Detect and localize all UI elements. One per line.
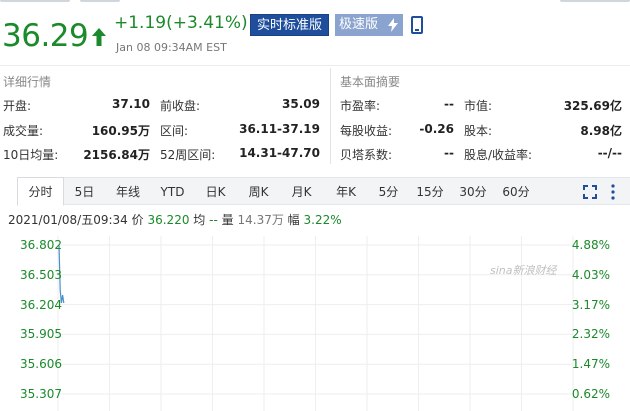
fullscreen-icon[interactable] xyxy=(583,185,597,199)
tab-3[interactable]: YTD xyxy=(151,178,194,206)
y-left-tick: 36.204 xyxy=(20,297,62,312)
price-change: +1.19(+3.41%) xyxy=(114,13,248,33)
realtime-standard-button[interactable]: 实时标准版 xyxy=(250,14,330,36)
chart-period-tabs: 分时 5日 年线 YTD 日K 周K 月K 年K 5分 15分 30分 60分 xyxy=(17,177,630,206)
mobile-phone-icon[interactable] xyxy=(411,16,423,34)
fundamental-value: 8.98亿 xyxy=(580,124,622,138)
tab-10[interactable]: 30分 xyxy=(452,178,494,206)
fundamental-label: 贝塔系数: xyxy=(340,148,393,162)
fundamental-label: 市盈率: xyxy=(340,99,381,113)
tab-8[interactable]: 5分 xyxy=(369,178,408,206)
last-price: 36.29 xyxy=(2,18,89,54)
detail-value: 2156.84万 xyxy=(83,148,150,162)
fundamental-label: 股息/收益率: xyxy=(464,148,533,162)
quote-header: 36.29 +1.19(+3.41%) Jan 08 09:34AM EST 实… xyxy=(0,8,630,58)
fundamental-label: 每股收益: xyxy=(340,124,393,138)
y-right-tick: 3.17% xyxy=(571,297,610,312)
detail-value: 35.09 xyxy=(282,97,320,111)
detail-label: 前收盘: xyxy=(160,99,201,113)
y-left-tick: 35.905 xyxy=(20,327,62,342)
fundamental-label: 市值: xyxy=(464,99,493,113)
detail-value: 37.10 xyxy=(112,97,150,111)
tab-11[interactable]: 60分 xyxy=(494,178,538,206)
status-avg-value: -- xyxy=(209,213,218,227)
y-right-tick: 2.32% xyxy=(571,327,610,342)
fast-version-label: 极速版 xyxy=(339,17,379,32)
y-left-tick: 36.503 xyxy=(20,267,62,282)
y-right-tick: 1.47% xyxy=(571,357,610,372)
quote-time: Jan 08 09:34AM EST xyxy=(116,41,227,54)
sina-watermark: sina新浪财经 xyxy=(490,264,557,277)
detail-value: 36.11-37.19 xyxy=(239,122,320,136)
detail-label: 区间: xyxy=(160,124,189,138)
y-right-tick: 4.03% xyxy=(571,267,610,282)
status-amplitude-label: 幅 xyxy=(287,213,300,227)
y-left-tick: 36.802 xyxy=(20,238,62,252)
tab-2[interactable]: 年线 xyxy=(105,178,151,206)
y-right-tick: 0.62% xyxy=(571,387,610,401)
status-price-label: 价 xyxy=(131,213,144,227)
tab-6[interactable]: 月K xyxy=(280,178,323,206)
fundamental-value: -- xyxy=(444,146,454,160)
fundamentals-section-title: 基本面摘要 xyxy=(340,75,401,89)
lightning-icon xyxy=(388,18,398,32)
tab-0[interactable]: 分时 xyxy=(17,177,64,206)
more-options-icon[interactable] xyxy=(610,183,616,201)
chart-status-line: 2021/01/08/五09:34 价 36.220 均 -- 量 14.37万… xyxy=(8,211,342,228)
section-divider xyxy=(330,68,331,164)
tab-5[interactable]: 周K xyxy=(237,178,280,206)
details-section-title: 详细行情 xyxy=(3,75,52,89)
fast-version-button[interactable]: 极速版 xyxy=(335,14,403,36)
y-right-tick: 4.88% xyxy=(571,238,610,252)
status-price-value: 36.220 xyxy=(147,213,190,227)
fundamental-label: 股本: xyxy=(464,124,493,138)
detail-label: 10日均量: xyxy=(3,148,59,162)
detail-value: 14.31-47.70 xyxy=(239,146,320,160)
tab-4[interactable]: 日K xyxy=(194,178,237,206)
up-arrow-icon xyxy=(92,28,106,46)
status-avg-label: 均 xyxy=(193,213,206,227)
detail-label: 开盘: xyxy=(3,99,32,113)
header-divider xyxy=(0,65,630,66)
fundamental-value: 325.69亿 xyxy=(563,99,622,113)
status-amplitude-value: 3.22% xyxy=(303,213,342,227)
status-datetime: 2021/01/08/五09:34 xyxy=(8,213,128,227)
status-volume-value: 14.37万 xyxy=(237,213,284,227)
y-left-tick: 35.307 xyxy=(20,387,62,401)
detail-label: 成交量: xyxy=(3,124,44,138)
detail-label: 52周区间: xyxy=(160,148,216,162)
tab-1[interactable]: 5日 xyxy=(64,178,105,206)
top-cropped-strip xyxy=(0,0,630,6)
tab-7[interactable]: 年K xyxy=(323,178,369,206)
status-volume-label: 量 xyxy=(221,213,234,227)
intraday-chart[interactable] xyxy=(0,228,630,411)
y-left-tick: 35.606 xyxy=(20,357,62,372)
tab-9[interactable]: 15分 xyxy=(408,178,452,206)
fundamental-value: -0.26 xyxy=(419,122,454,136)
fundamental-value: -- xyxy=(444,97,454,111)
detail-value: 160.95万 xyxy=(91,124,150,138)
fundamental-value: --/-- xyxy=(597,146,622,160)
